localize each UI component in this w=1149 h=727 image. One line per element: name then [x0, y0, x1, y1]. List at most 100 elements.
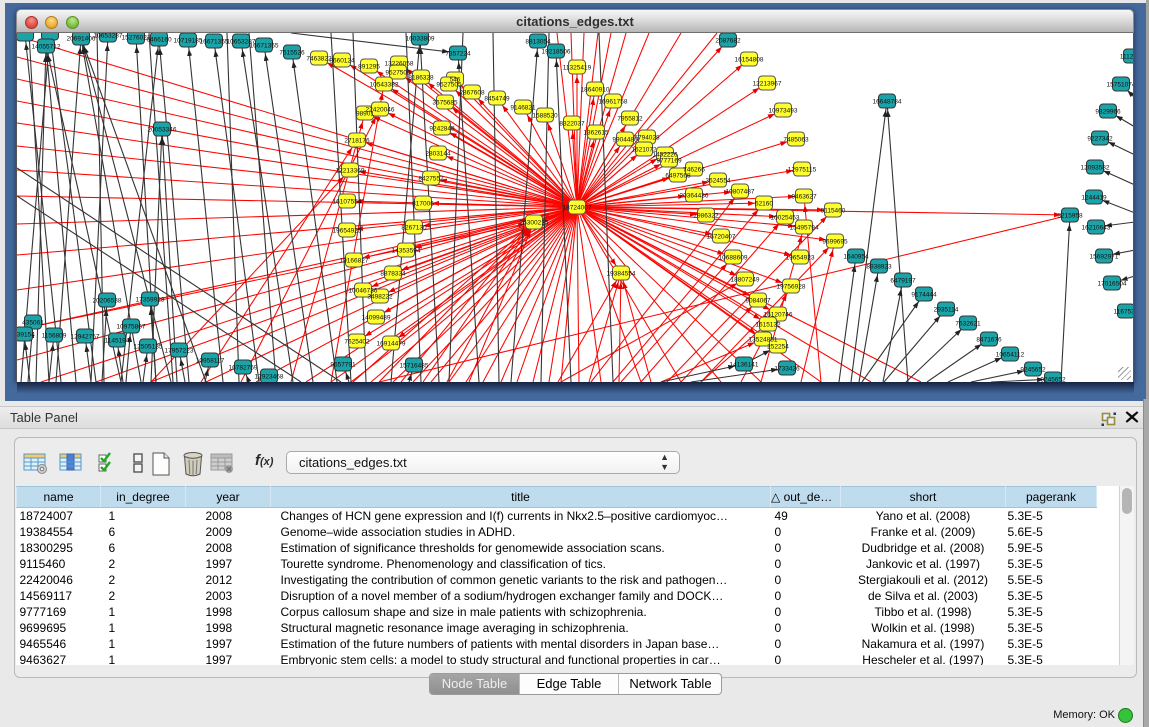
svg-text:14099489: 14099489	[362, 315, 391, 322]
svg-text:9174444: 9174444	[911, 292, 937, 299]
svg-text:19654923: 19654923	[786, 255, 815, 262]
svg-text:16107554: 16107554	[333, 199, 362, 206]
svg-text:20053346: 20053346	[148, 127, 177, 134]
svg-text:19218506: 19218506	[542, 49, 571, 56]
svg-text:9245652: 9245652	[1020, 367, 1046, 374]
svg-text:12923468: 12923468	[255, 374, 284, 381]
svg-text:2867608: 2867608	[459, 90, 485, 97]
svg-text:9527500: 9527500	[385, 70, 411, 77]
svg-text:12213967: 12213967	[753, 81, 782, 88]
svg-text:15720407: 15720407	[707, 234, 736, 241]
svg-text:16154808: 16154808	[735, 57, 764, 64]
svg-text:16120746: 16120746	[764, 312, 793, 319]
svg-text:7955812: 7955812	[617, 116, 643, 123]
svg-text:1615132: 1615132	[755, 322, 781, 329]
svg-text:10688609: 10688609	[719, 255, 748, 262]
svg-text:19654925: 19654925	[333, 228, 362, 235]
svg-text:18640910: 18640910	[581, 87, 610, 94]
svg-text:8813054: 8813054	[525, 39, 551, 46]
svg-text:3215958: 3215958	[1057, 213, 1083, 220]
svg-text:16961758: 16961758	[599, 99, 628, 106]
svg-text:7986322: 7986322	[693, 213, 719, 220]
svg-text:15716485: 15716485	[400, 363, 429, 370]
svg-text:20691406: 20691406	[67, 36, 96, 43]
svg-text:16648784: 16648784	[873, 99, 902, 106]
svg-text:3498222: 3498222	[367, 294, 393, 301]
svg-text:1588520: 1588520	[532, 113, 558, 120]
svg-text:8427552: 8427552	[418, 176, 444, 183]
svg-text:8322037: 8322037	[559, 121, 585, 128]
svg-text:2087682: 2087682	[715, 38, 741, 45]
svg-text:7357224: 7357224	[445, 51, 471, 58]
svg-text:25300215: 25300215	[520, 220, 549, 227]
svg-text:18807249: 18807249	[731, 277, 760, 284]
svg-text:10025453: 10025453	[771, 215, 800, 222]
svg-text:3675685: 3675685	[432, 100, 458, 107]
svg-text:10975867: 10975867	[117, 324, 146, 331]
svg-text:6497568: 6497568	[665, 173, 691, 180]
svg-text:10719185: 10719185	[174, 38, 203, 45]
svg-text:8660124: 8660124	[329, 58, 355, 65]
svg-text:9463627: 9463627	[791, 194, 817, 201]
svg-text:1145194: 1145194	[105, 338, 130, 345]
svg-text:8938923: 8938923	[866, 264, 892, 271]
svg-text:20364436: 20364436	[680, 193, 709, 200]
svg-text:16671355: 16671355	[250, 43, 279, 50]
svg-text:7485063: 7485063	[783, 137, 809, 144]
svg-text:22420046: 22420046	[366, 107, 395, 114]
svg-text:14353594: 14353594	[392, 248, 421, 255]
svg-text:6794028: 6794028	[634, 135, 660, 142]
svg-text:2718176: 2718176	[344, 138, 370, 145]
svg-text:9657791: 9657791	[330, 362, 356, 369]
svg-text:7632621: 7632621	[955, 321, 981, 328]
svg-text:7515526: 7515526	[279, 50, 305, 57]
svg-text:435061: 435061	[22, 320, 44, 327]
svg-text:16210643: 16210643	[1082, 225, 1111, 232]
svg-text:1640954: 1640954	[843, 254, 869, 261]
svg-text:1156809: 1156809	[42, 333, 67, 340]
svg-text:9699695: 9699695	[822, 239, 848, 246]
svg-text:9527505: 9527505	[436, 82, 462, 89]
svg-text:17957223: 17957223	[165, 348, 194, 355]
svg-text:17016504: 17016504	[1098, 281, 1127, 288]
svg-text:8267130: 8267130	[401, 225, 427, 232]
svg-text:14136141: 14136141	[730, 362, 759, 369]
svg-text:9146821: 9146821	[510, 105, 536, 112]
svg-text:12942757: 12942757	[71, 334, 100, 341]
svg-text:19384554: 19384554	[607, 271, 636, 278]
svg-text:1733426: 1733426	[774, 366, 800, 373]
svg-text:9084067: 9084067	[745, 298, 771, 305]
svg-text:9329966: 9329966	[1095, 109, 1121, 116]
svg-text:1362615: 1362615	[583, 130, 609, 137]
svg-text:15495794: 15495794	[790, 225, 819, 232]
svg-text:252254: 252254	[767, 344, 789, 351]
svg-text:1244419: 1244419	[1081, 195, 1107, 202]
svg-text:10654112: 10654112	[996, 352, 1025, 359]
svg-text:13226058: 13226058	[385, 61, 414, 68]
svg-text:10543382: 10543382	[370, 82, 399, 89]
svg-text:20206538: 20206538	[93, 298, 122, 305]
svg-text:1112733: 1112733	[1120, 54, 1134, 61]
svg-text:10958117: 10958117	[196, 358, 225, 365]
svg-text:16914479: 16914479	[377, 341, 406, 348]
svg-text:19166827: 19166827	[340, 258, 369, 265]
svg-text:7625402: 7625402	[344, 339, 370, 346]
svg-text:16033809: 16033809	[406, 36, 435, 43]
svg-text:17359928: 17359928	[136, 297, 165, 304]
svg-text:15692971: 15692971	[1090, 254, 1119, 261]
svg-text:7463822: 7463822	[306, 56, 332, 63]
svg-text:10973493: 10973493	[769, 108, 798, 115]
svg-text:3624554: 3624554	[705, 178, 731, 185]
svg-text:9777169: 9777169	[656, 158, 682, 165]
svg-text:9242848: 9242848	[429, 126, 455, 133]
svg-text:6466160: 6466160	[146, 37, 172, 44]
svg-text:2935114: 2935114	[934, 307, 959, 314]
svg-text:18724007: 18724007	[563, 205, 592, 212]
svg-text:9227342: 9227342	[1087, 136, 1113, 143]
svg-text:12093582: 12093582	[1081, 165, 1110, 172]
svg-text:2803144: 2803144	[425, 151, 451, 158]
svg-text:6479197: 6479197	[890, 278, 916, 285]
svg-text:12975115: 12975115	[788, 167, 817, 174]
svg-text:14055712: 14055712	[32, 44, 61, 51]
svg-text:16671355: 16671355	[200, 39, 229, 46]
